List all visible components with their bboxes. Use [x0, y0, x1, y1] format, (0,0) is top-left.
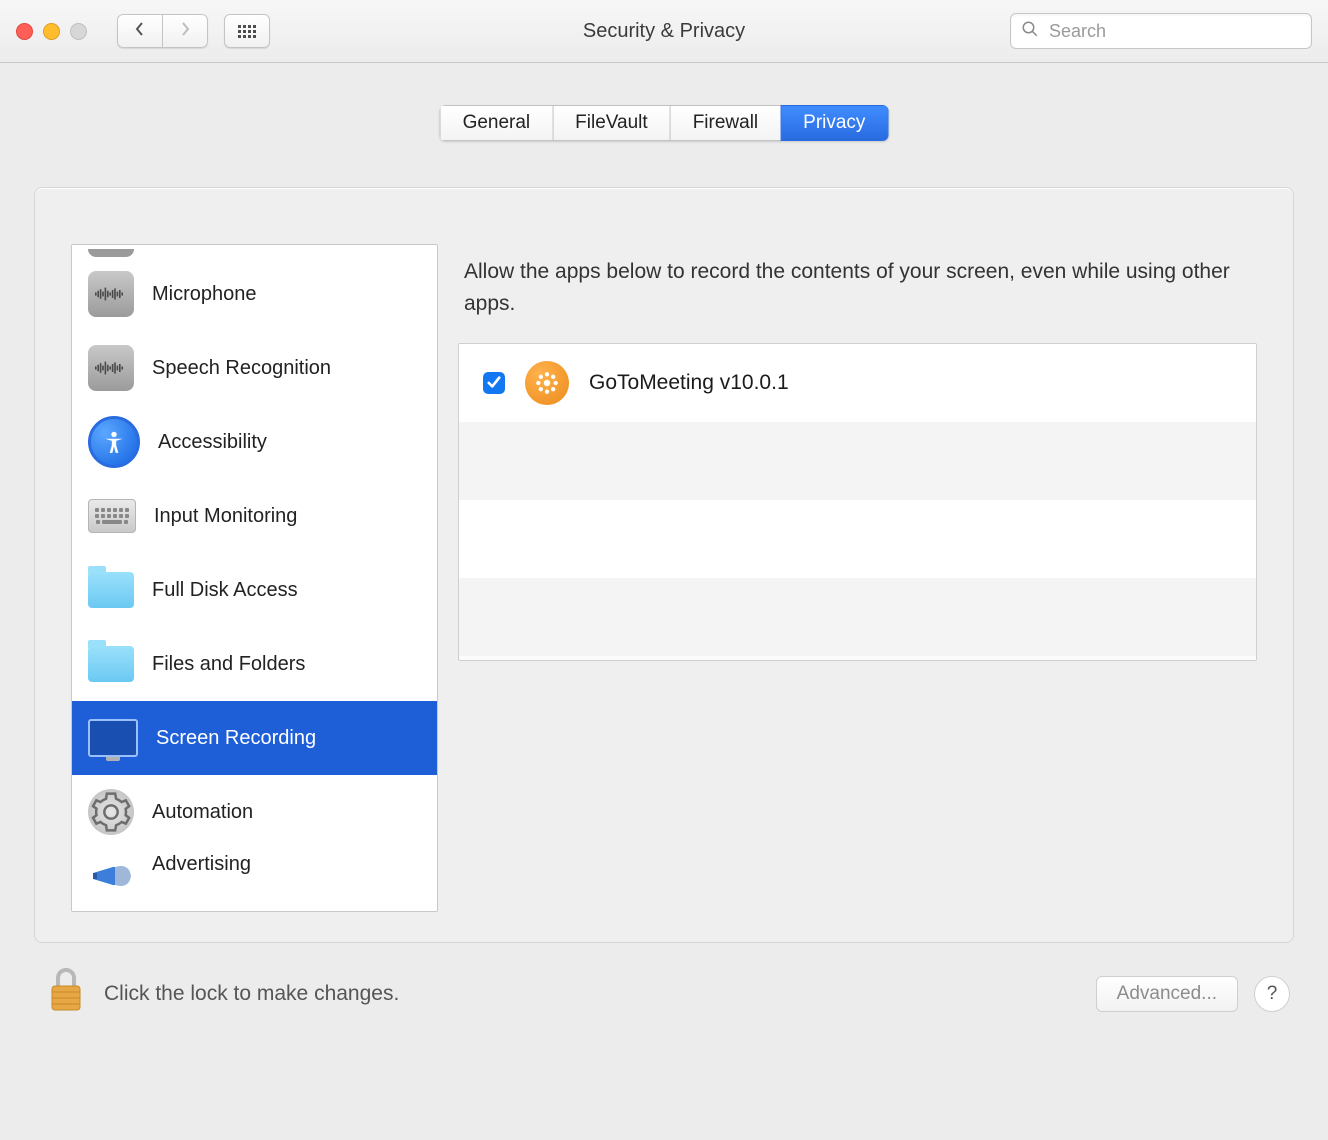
sidebar-item-label: Full Disk Access: [152, 579, 298, 602]
sidebar-item-label: Automation: [152, 801, 253, 824]
sidebar-item-label: Speech Recognition: [152, 357, 331, 380]
sidebar-item-files-and-folders[interactable]: Files and Folders: [72, 627, 437, 701]
sidebar-item-label: Accessibility: [158, 431, 267, 454]
grid-icon: [238, 25, 256, 38]
app-list-row: [459, 578, 1256, 656]
footer-bar: Click the lock to make changes. Advanced…: [0, 943, 1328, 1047]
sidebar-item-screen-recording[interactable]: Screen Recording: [72, 701, 437, 775]
minimize-window-button[interactable]: [43, 23, 60, 40]
app-list-row[interactable]: GoToMeeting v10.0.1: [459, 344, 1256, 422]
description-text: Allow the apps below to record the conte…: [458, 256, 1257, 319]
app-list-row: [459, 422, 1256, 500]
help-button[interactable]: ?: [1254, 976, 1290, 1012]
folder-icon: [88, 572, 134, 608]
tab-bar: General FileVault Firewall Privacy: [440, 105, 889, 141]
microphone-icon: [88, 271, 134, 317]
sidebar-item-label: Microphone: [152, 283, 257, 306]
close-window-button[interactable]: [16, 23, 33, 40]
speech-recognition-icon: [88, 345, 134, 391]
search-input[interactable]: [1047, 20, 1301, 43]
sidebar-item-advertising[interactable]: Advertising: [72, 849, 437, 899]
main-panel: Microphone Speech Recognition Accessibil…: [34, 187, 1294, 943]
gotomeeting-icon: [525, 361, 569, 405]
sidebar-item-partial-top[interactable]: [72, 245, 437, 257]
preferences-body: General FileVault Firewall Privacy Micro…: [0, 63, 1328, 1047]
app-name-label: GoToMeeting v10.0.1: [589, 371, 789, 395]
show-all-button[interactable]: [224, 14, 270, 48]
app-list[interactable]: GoToMeeting v10.0.1: [458, 343, 1257, 661]
tab-filevault[interactable]: FileVault: [552, 105, 670, 141]
lock-button[interactable]: [46, 971, 86, 1017]
keyboard-icon: [88, 499, 136, 533]
window-controls: [16, 23, 87, 40]
window-toolbar: Security & Privacy: [0, 0, 1328, 63]
sidebar-item-label: Files and Folders: [152, 653, 305, 676]
sidebar-item-label: Screen Recording: [156, 727, 316, 750]
camera-icon: [88, 249, 134, 257]
gear-icon: [88, 789, 134, 835]
zoom-window-button[interactable]: [70, 23, 87, 40]
checkmark-icon: [487, 371, 501, 395]
lock-icon: [46, 966, 86, 1017]
search-field[interactable]: [1010, 13, 1312, 49]
folder-icon: [88, 646, 134, 682]
accessibility-icon: [88, 416, 140, 468]
window-title: Security & Privacy: [583, 20, 745, 43]
lock-hint-text: Click the lock to make changes.: [104, 982, 399, 1006]
app-checkbox[interactable]: [483, 372, 505, 394]
monitor-icon: [88, 719, 138, 757]
advanced-button[interactable]: Advanced...: [1096, 976, 1238, 1012]
privacy-detail-pane: Allow the apps below to record the conte…: [458, 244, 1257, 912]
megaphone-icon: [88, 853, 134, 899]
sidebar-item-speech-recognition[interactable]: Speech Recognition: [72, 331, 437, 405]
forward-button[interactable]: [162, 14, 208, 48]
tab-general[interactable]: General: [440, 105, 553, 141]
sidebar-item-automation[interactable]: Automation: [72, 775, 437, 849]
sidebar-item-label: Input Monitoring: [154, 505, 297, 528]
sidebar-item-input-monitoring[interactable]: Input Monitoring: [72, 479, 437, 553]
tab-privacy[interactable]: Privacy: [780, 105, 888, 141]
sidebar-item-microphone[interactable]: Microphone: [72, 257, 437, 331]
chevron-left-icon: [134, 21, 146, 42]
back-button[interactable]: [117, 14, 162, 48]
sidebar-item-label: Advertising: [152, 853, 251, 876]
chevron-right-icon: [179, 21, 191, 42]
tab-firewall[interactable]: Firewall: [670, 105, 780, 141]
nav-history-group: [117, 14, 208, 48]
sidebar-item-accessibility[interactable]: Accessibility: [72, 405, 437, 479]
search-icon: [1021, 20, 1047, 43]
app-list-row: [459, 500, 1256, 578]
sidebar-item-full-disk-access[interactable]: Full Disk Access: [72, 553, 437, 627]
privacy-sidebar[interactable]: Microphone Speech Recognition Accessibil…: [71, 244, 438, 912]
